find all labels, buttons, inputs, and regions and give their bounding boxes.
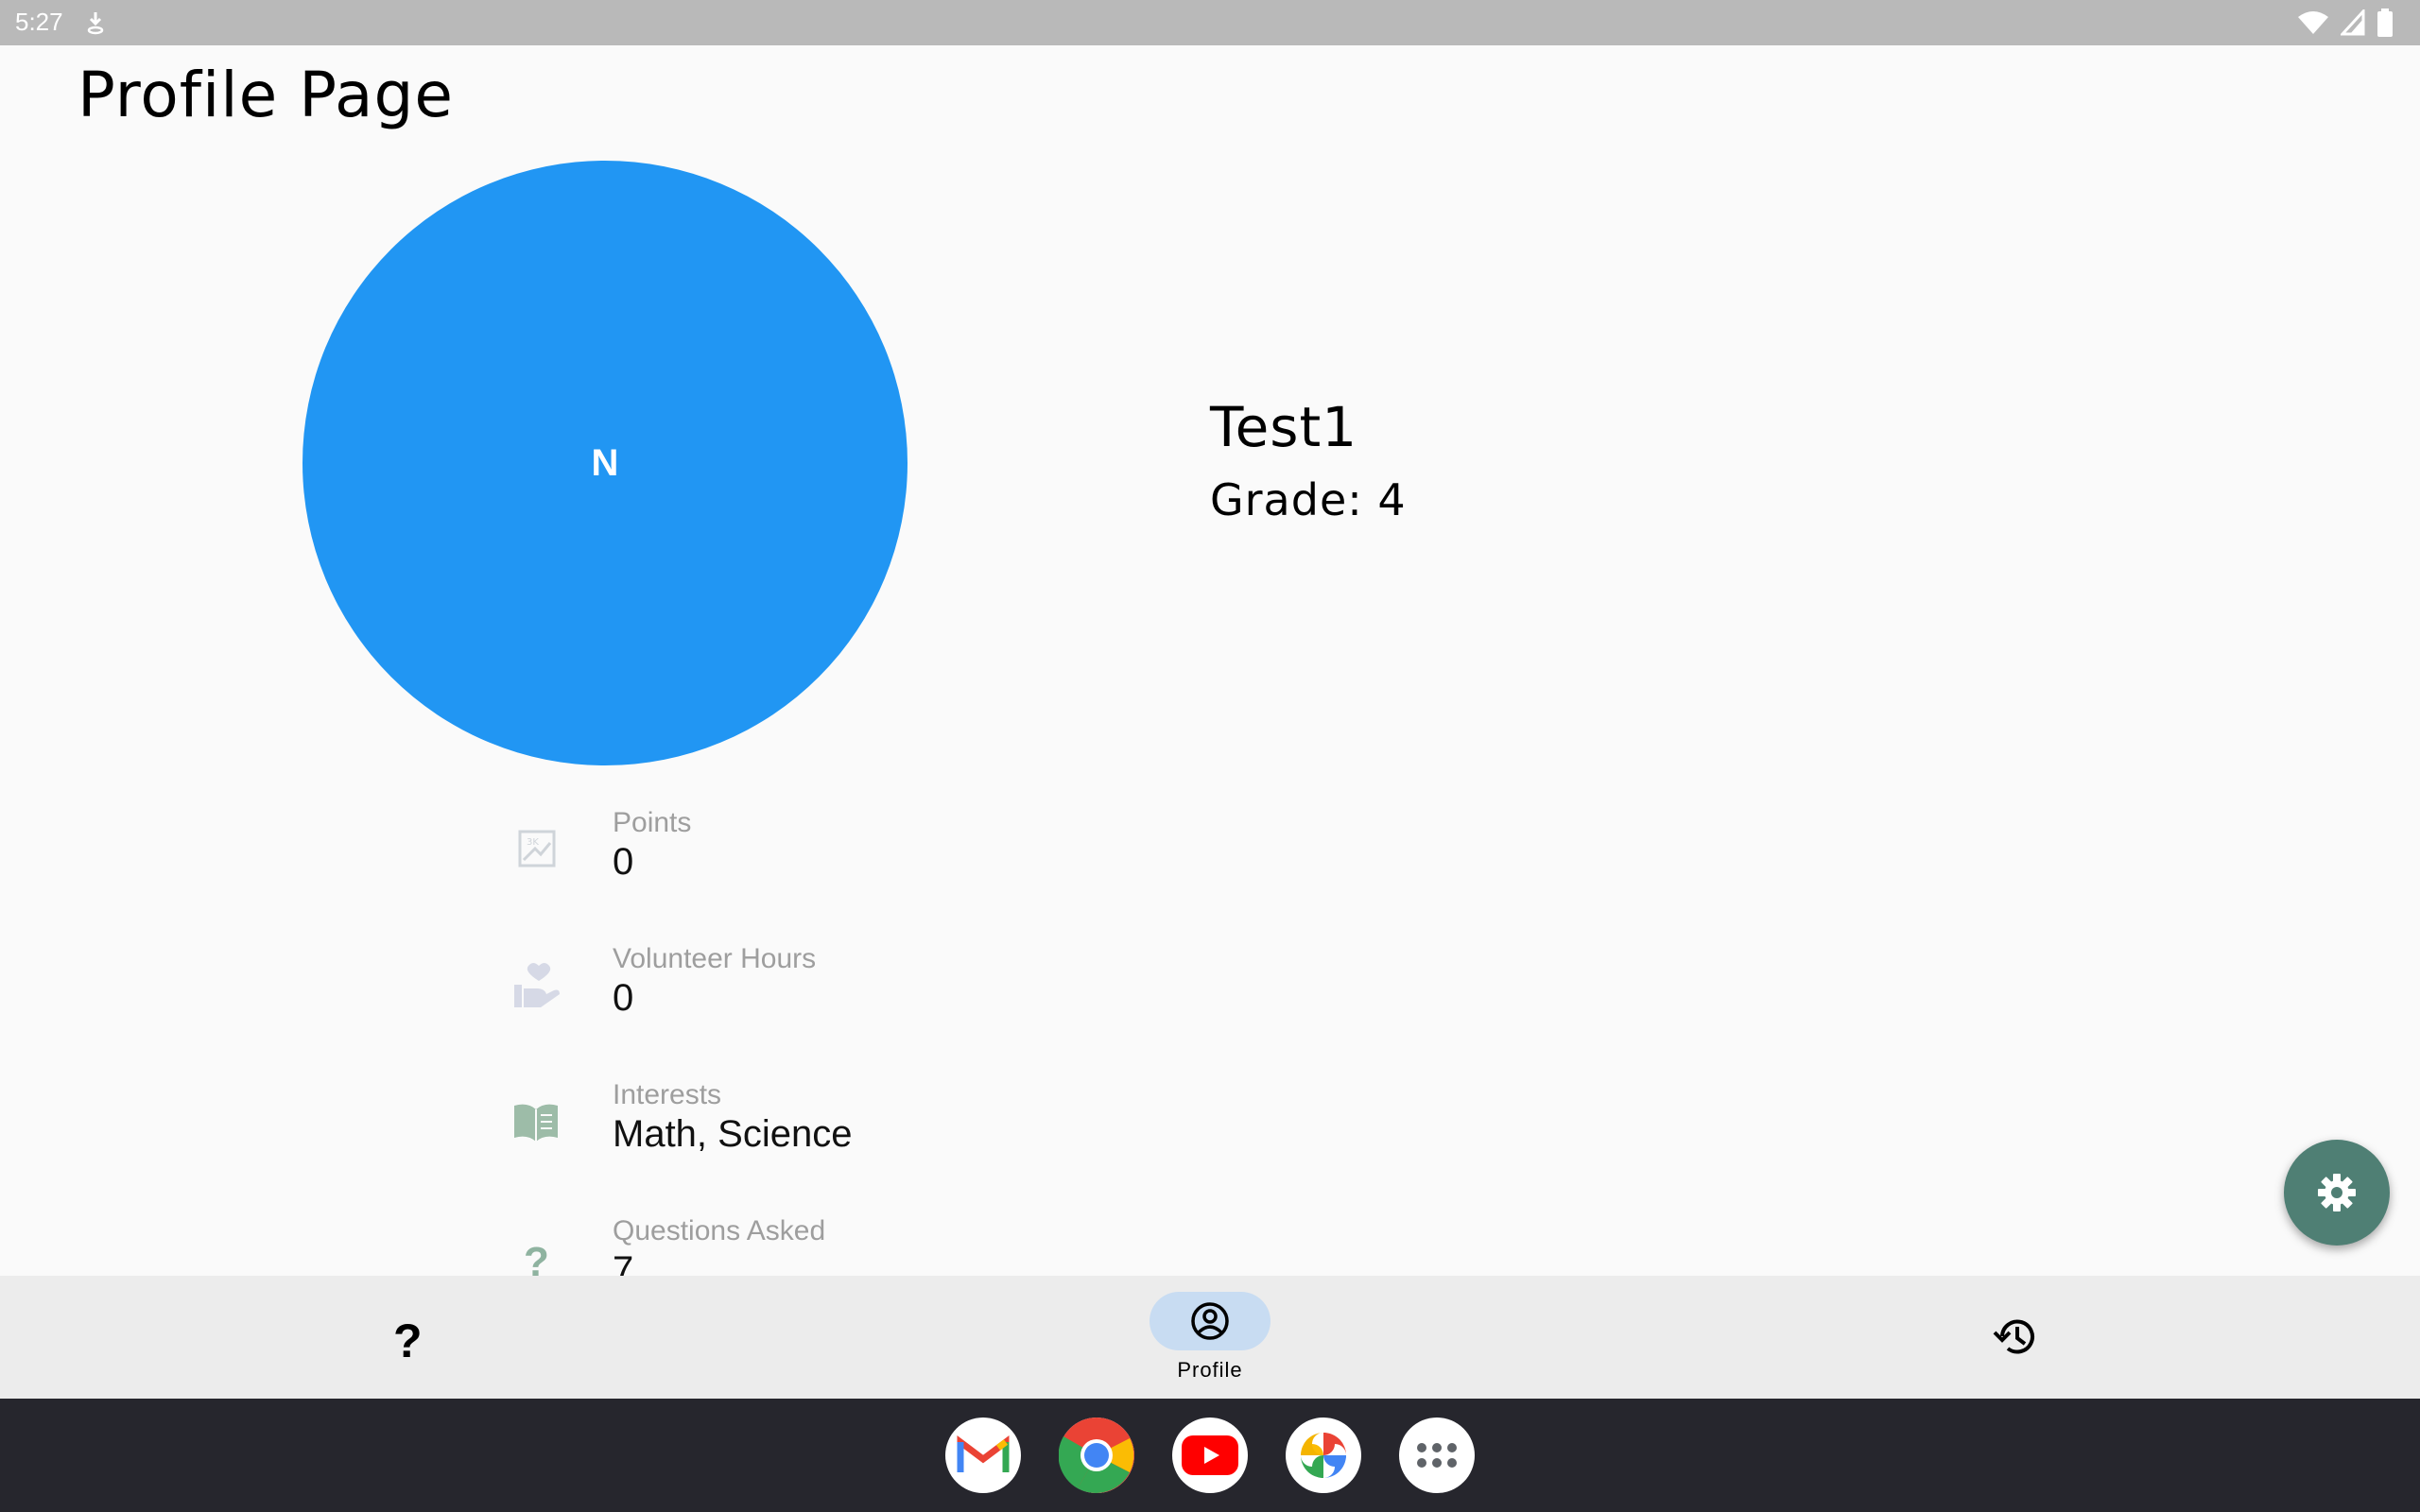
question-mark-icon: ? — [524, 1239, 549, 1276]
status-bar: 5:27 — [0, 0, 2420, 45]
nav-active-indicator — [1150, 1292, 1270, 1350]
avatar-initial: N — [591, 441, 619, 484]
stat-value: Math, Science — [613, 1113, 853, 1155]
download-icon — [87, 12, 104, 35]
status-time: 5:27 — [15, 8, 63, 36]
wifi-icon — [2298, 11, 2328, 34]
volunteer-hand-heart-icon — [514, 963, 560, 1007]
svg-text:?: ? — [524, 1239, 549, 1276]
stat-questions-asked: ? Questions Asked 7 — [501, 1211, 1257, 1276]
gear-icon — [2318, 1174, 2356, 1211]
dock-app-photos[interactable] — [1286, 1418, 1361, 1493]
stat-label: Interests — [613, 1079, 722, 1110]
cell-signal-icon — [2341, 9, 2365, 36]
avatar: N — [302, 161, 908, 765]
app-drawer-icon — [1417, 1443, 1457, 1468]
stat-interests: Interests Math, Science — [501, 1075, 1257, 1198]
stat-value: 7 — [613, 1249, 634, 1276]
stat-value: 0 — [613, 977, 634, 1019]
dock-app-youtube[interactable] — [1172, 1418, 1248, 1493]
system-icons — [2297, 8, 2394, 38]
account-circle-icon — [1191, 1302, 1229, 1340]
stat-label: Volunteer Hours — [613, 943, 817, 974]
question-mark-icon: ? — [393, 1314, 423, 1366]
photos-icon — [1301, 1433, 1346, 1478]
dock-app-chrome[interactable] — [1059, 1418, 1134, 1493]
book-icon — [514, 1104, 558, 1142]
stat-label: Questions Asked — [613, 1215, 826, 1246]
dock-app-drawer[interactable] — [1399, 1418, 1475, 1493]
nav-label: Profile — [1177, 1358, 1243, 1382]
gmail-icon — [957, 1435, 1010, 1472]
settings-fab-button[interactable] — [2284, 1140, 2390, 1246]
stat-label: Points — [613, 807, 692, 838]
svg-text:?: ? — [393, 1314, 423, 1366]
stat-volunteer-hours: Volunteer Hours 0 — [501, 939, 1257, 1062]
dock-app-gmail[interactable] — [945, 1418, 1021, 1493]
chrome-icon — [1059, 1418, 1134, 1493]
nav-item-help[interactable]: ? — [359, 1276, 454, 1399]
user-name: Test1 — [1210, 395, 1358, 459]
stat-value: 0 — [613, 841, 634, 883]
svg-text:3K: 3K — [527, 837, 539, 848]
page-title: Profile Page — [78, 59, 454, 131]
points-icon: 3K — [518, 830, 556, 868]
nav-item-profile[interactable]: Profile — [1134, 1276, 1286, 1399]
user-grade: Grade: 4 — [1210, 474, 1407, 525]
bottom-navigation: ? Profile — [0, 1276, 2420, 1399]
taskbar — [0, 1399, 2420, 1512]
history-icon — [1993, 1319, 2034, 1354]
nav-item-history[interactable] — [1968, 1276, 2063, 1399]
stat-points: 3K Points 0 — [501, 803, 1257, 926]
battery-icon — [2377, 9, 2393, 37]
youtube-icon — [1182, 1435, 1238, 1475]
stats-list[interactable]: 3K Points 0 Volunteer Hours 0 Interests … — [501, 803, 1257, 1276]
